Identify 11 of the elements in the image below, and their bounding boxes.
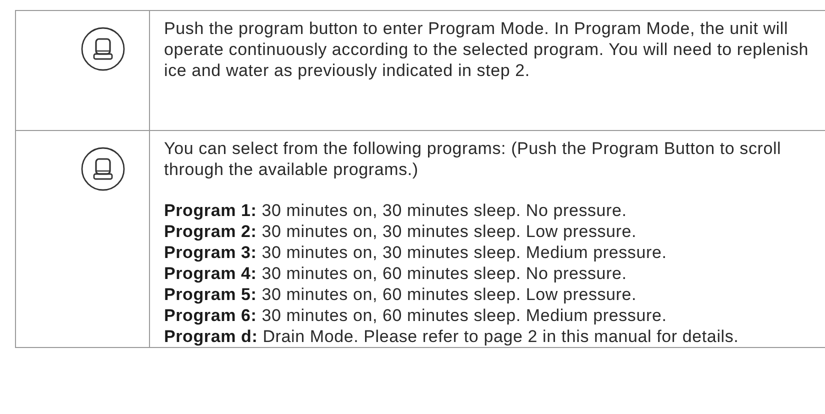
button-icon bbox=[81, 147, 125, 191]
program-description: Program 6: 30 minutes on, 60 minutes sleep. Medium pressure. bbox=[164, 305, 668, 326]
program-description: Program 1: 30 minutes on, 30 minutes sleep. No pressure. bbox=[164, 200, 628, 221]
program-description: Program 3: 30 minutes on, 30 minutes sleep. Medium pressure. bbox=[164, 242, 668, 263]
instruction-text: Push the program button to enter Program Mode. In Program Mode, the unit will operate continuously according to the selected program. You will need to replenish ice and water as previously indicated in step 2. bbox=[164, 18, 810, 81]
program-description: Program d: Drain Mode. Please refer to page 2 in this manual for details. bbox=[164, 326, 740, 347]
instruction-text: You can select from the following programs: (Push the Program Button to scroll through the available programs.) bbox=[164, 138, 782, 180]
program-description: Program 5: 30 minutes on, 60 minutes sleep. Low pressure. bbox=[164, 284, 638, 305]
button-icon bbox=[81, 27, 125, 71]
program-description: Program 4: 30 minutes on, 60 minutes sleep. No pressure. bbox=[164, 263, 628, 284]
program-description: Program 2: 30 minutes on, 30 minutes sleep. Low pressure. bbox=[164, 221, 638, 242]
